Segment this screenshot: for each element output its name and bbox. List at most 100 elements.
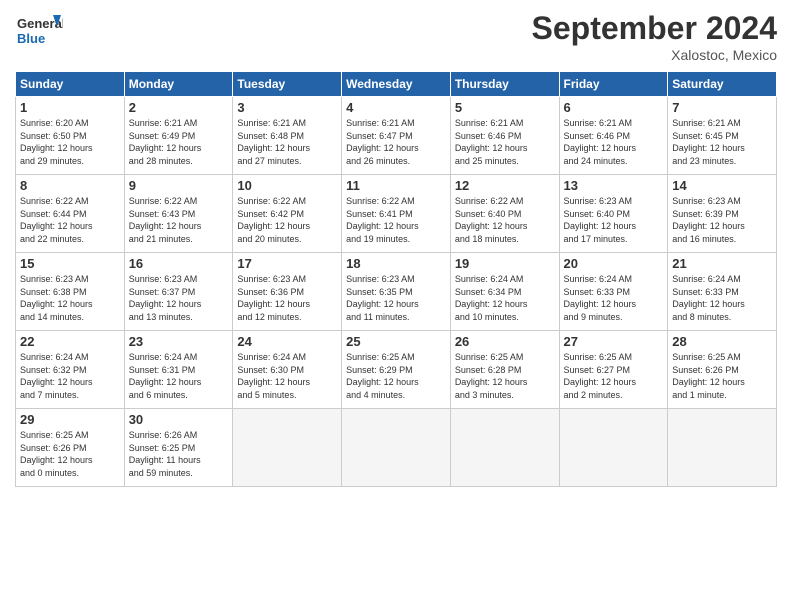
day-number: 1 (20, 100, 120, 115)
day-info: Sunrise: 6:24 AM Sunset: 6:32 PM Dayligh… (20, 351, 120, 401)
day-number: 29 (20, 412, 120, 427)
header-monday: Monday (124, 72, 233, 97)
table-row (342, 409, 451, 487)
table-row: 3 Sunrise: 6:21 AM Sunset: 6:48 PM Daylig… (233, 97, 342, 175)
logo-svg: General Blue (15, 10, 63, 50)
calendar-table: Sunday Monday Tuesday Wednesday Thursday… (15, 71, 777, 487)
day-number: 14 (672, 178, 772, 193)
table-row (559, 409, 668, 487)
day-number: 24 (237, 334, 337, 349)
day-info: Sunrise: 6:24 AM Sunset: 6:34 PM Dayligh… (455, 273, 555, 323)
day-info: Sunrise: 6:22 AM Sunset: 6:44 PM Dayligh… (20, 195, 120, 245)
table-row: 19 Sunrise: 6:24 AM Sunset: 6:34 PM Dayli… (450, 253, 559, 331)
day-info: Sunrise: 6:23 AM Sunset: 6:36 PM Dayligh… (237, 273, 337, 323)
table-row: 11 Sunrise: 6:22 AM Sunset: 6:41 PM Dayli… (342, 175, 451, 253)
title-block: September 2024 Xalostoc, Mexico (532, 10, 777, 63)
table-row: 2 Sunrise: 6:21 AM Sunset: 6:49 PM Daylig… (124, 97, 233, 175)
table-row: 17Sunrise: 6:23 AM Sunset: 6:36 PM Dayli… (233, 253, 342, 331)
table-row: 24 Sunrise: 6:24 AM Sunset: 6:30 PM Dayli… (233, 331, 342, 409)
table-row: 1Sunrise: 6:20 AM Sunset: 6:50 PM Daylig… (16, 97, 125, 175)
day-number: 19 (455, 256, 555, 271)
day-info: Sunrise: 6:24 AM Sunset: 6:33 PM Dayligh… (672, 273, 772, 323)
day-info: Sunrise: 6:21 AM Sunset: 6:45 PM Dayligh… (672, 117, 772, 167)
day-number: 8 (20, 178, 120, 193)
table-row: 27 Sunrise: 6:25 AM Sunset: 6:27 PM Dayli… (559, 331, 668, 409)
table-row: 29 Sunrise: 6:25 AM Sunset: 6:26 PM Dayli… (16, 409, 125, 487)
day-number: 22 (20, 334, 120, 349)
day-info: Sunrise: 6:24 AM Sunset: 6:33 PM Dayligh… (564, 273, 664, 323)
day-info: Sunrise: 6:25 AM Sunset: 6:26 PM Dayligh… (20, 429, 120, 479)
day-info: Sunrise: 6:25 AM Sunset: 6:29 PM Dayligh… (346, 351, 446, 401)
day-info: Sunrise: 6:21 AM Sunset: 6:49 PM Dayligh… (129, 117, 229, 167)
day-info: Sunrise: 6:21 AM Sunset: 6:46 PM Dayligh… (455, 117, 555, 167)
day-info: Sunrise: 6:21 AM Sunset: 6:46 PM Dayligh… (564, 117, 664, 167)
table-row: 4Sunrise: 6:21 AM Sunset: 6:47 PM Daylig… (342, 97, 451, 175)
day-number: 6 (564, 100, 664, 115)
table-row: 14 Sunrise: 6:23 AM Sunset: 6:39 PM Dayli… (668, 175, 777, 253)
day-number: 28 (672, 334, 772, 349)
table-row: 20 Sunrise: 6:24 AM Sunset: 6:33 PM Dayli… (559, 253, 668, 331)
table-row: 16 Sunrise: 6:23 AM Sunset: 6:37 PM Dayli… (124, 253, 233, 331)
table-row (233, 409, 342, 487)
day-number: 7 (672, 100, 772, 115)
header-tuesday: Tuesday (233, 72, 342, 97)
day-number: 11 (346, 178, 446, 193)
calendar-week-row: 15Sunrise: 6:23 AM Sunset: 6:38 PM Dayli… (16, 253, 777, 331)
calendar-container: General Blue September 2024 Xalostoc, Me… (0, 0, 792, 497)
day-number: 9 (129, 178, 229, 193)
table-row: 30Sunrise: 6:26 AM Sunset: 6:25 PM Dayli… (124, 409, 233, 487)
table-row: 18 Sunrise: 6:23 AM Sunset: 6:35 PM Dayli… (342, 253, 451, 331)
day-number: 21 (672, 256, 772, 271)
calendar-week-row: 22 Sunrise: 6:24 AM Sunset: 6:32 PM Dayli… (16, 331, 777, 409)
table-row: 6 Sunrise: 6:21 AM Sunset: 6:46 PM Daylig… (559, 97, 668, 175)
day-info: Sunrise: 6:23 AM Sunset: 6:35 PM Dayligh… (346, 273, 446, 323)
svg-text:Blue: Blue (17, 31, 45, 46)
day-number: 23 (129, 334, 229, 349)
day-number: 2 (129, 100, 229, 115)
day-info: Sunrise: 6:24 AM Sunset: 6:30 PM Dayligh… (237, 351, 337, 401)
table-row (668, 409, 777, 487)
day-info: Sunrise: 6:22 AM Sunset: 6:40 PM Dayligh… (455, 195, 555, 245)
calendar-body: 1Sunrise: 6:20 AM Sunset: 6:50 PM Daylig… (16, 97, 777, 487)
day-info: Sunrise: 6:23 AM Sunset: 6:37 PM Dayligh… (129, 273, 229, 323)
table-row: 9 Sunrise: 6:22 AM Sunset: 6:43 PM Daylig… (124, 175, 233, 253)
calendar-week-row: 1Sunrise: 6:20 AM Sunset: 6:50 PM Daylig… (16, 97, 777, 175)
table-row: 22 Sunrise: 6:24 AM Sunset: 6:32 PM Dayli… (16, 331, 125, 409)
calendar-week-row: 29 Sunrise: 6:25 AM Sunset: 6:26 PM Dayli… (16, 409, 777, 487)
day-info: Sunrise: 6:23 AM Sunset: 6:39 PM Dayligh… (672, 195, 772, 245)
day-info: Sunrise: 6:23 AM Sunset: 6:40 PM Dayligh… (564, 195, 664, 245)
day-info: Sunrise: 6:25 AM Sunset: 6:28 PM Dayligh… (455, 351, 555, 401)
day-info: Sunrise: 6:25 AM Sunset: 6:27 PM Dayligh… (564, 351, 664, 401)
table-row: 25 Sunrise: 6:25 AM Sunset: 6:29 PM Dayli… (342, 331, 451, 409)
location: Xalostoc, Mexico (532, 47, 777, 63)
table-row: 26 Sunrise: 6:25 AM Sunset: 6:28 PM Dayli… (450, 331, 559, 409)
table-row: 7 Sunrise: 6:21 AM Sunset: 6:45 PM Daylig… (668, 97, 777, 175)
table-row: 12 Sunrise: 6:22 AM Sunset: 6:40 PM Dayli… (450, 175, 559, 253)
day-info: Sunrise: 6:21 AM Sunset: 6:47 PM Dayligh… (346, 117, 446, 167)
day-number: 27 (564, 334, 664, 349)
weekday-header-row: Sunday Monday Tuesday Wednesday Thursday… (16, 72, 777, 97)
day-number: 25 (346, 334, 446, 349)
day-number: 16 (129, 256, 229, 271)
header-saturday: Saturday (668, 72, 777, 97)
day-info: Sunrise: 6:26 AM Sunset: 6:25 PM Dayligh… (129, 429, 229, 479)
day-number: 12 (455, 178, 555, 193)
day-info: Sunrise: 6:22 AM Sunset: 6:43 PM Dayligh… (129, 195, 229, 245)
day-number: 18 (346, 256, 446, 271)
day-info: Sunrise: 6:25 AM Sunset: 6:26 PM Dayligh… (672, 351, 772, 401)
table-row: 13Sunrise: 6:23 AM Sunset: 6:40 PM Dayli… (559, 175, 668, 253)
table-row: 8 Sunrise: 6:22 AM Sunset: 6:44 PM Daylig… (16, 175, 125, 253)
day-info: Sunrise: 6:21 AM Sunset: 6:48 PM Dayligh… (237, 117, 337, 167)
day-number: 5 (455, 100, 555, 115)
day-info: Sunrise: 6:22 AM Sunset: 6:41 PM Dayligh… (346, 195, 446, 245)
table-row: 23Sunrise: 6:24 AM Sunset: 6:31 PM Dayli… (124, 331, 233, 409)
day-number: 26 (455, 334, 555, 349)
header-friday: Friday (559, 72, 668, 97)
day-number: 20 (564, 256, 664, 271)
day-info: Sunrise: 6:22 AM Sunset: 6:42 PM Dayligh… (237, 195, 337, 245)
day-number: 15 (20, 256, 120, 271)
day-number: 3 (237, 100, 337, 115)
header-thursday: Thursday (450, 72, 559, 97)
table-row: 21 Sunrise: 6:24 AM Sunset: 6:33 PM Dayli… (668, 253, 777, 331)
table-row: 15Sunrise: 6:23 AM Sunset: 6:38 PM Dayli… (16, 253, 125, 331)
